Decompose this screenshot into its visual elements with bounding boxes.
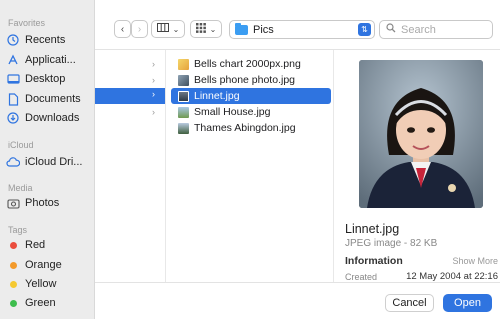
sidebar-item-label: Yellow [25, 278, 57, 290]
sidebar-item-photos[interactable]: Photos [6, 194, 92, 212]
chevron-right-icon: › [152, 75, 155, 85]
sidebar-item-label: Recents [25, 34, 66, 46]
dialog-footer: Cancel Open [95, 282, 500, 319]
chevron-right-icon: › [152, 59, 155, 69]
file-name: Bells phone photo.jpg [194, 74, 295, 86]
applications-icon [6, 53, 20, 67]
file-item-selected[interactable]: Linnet.jpg [171, 88, 331, 104]
file-name: Small House.jpg [194, 106, 271, 118]
chevron-right-icon: › [152, 89, 155, 99]
document-icon [6, 92, 20, 106]
selected-folder-row[interactable]: › [95, 88, 165, 104]
created-label: Created [345, 272, 378, 282]
preview-pane: Linnet.jpg JPEG image - 82 KB Informatio… [335, 50, 500, 282]
current-folder-label: Pics [253, 23, 274, 36]
chart-thumb-icon [178, 58, 189, 70]
chevron-left-icon: ‹ [120, 23, 125, 35]
columns-view-icon [156, 23, 169, 35]
landscape-thumb-icon [178, 122, 189, 134]
tag-green[interactable]: Green [6, 294, 92, 312]
sidebar-section-tags: Tags [8, 225, 28, 235]
yellow-tag-dot-icon [10, 280, 17, 288]
view-mode-button[interactable]: ⌄ [151, 20, 185, 38]
chevron-down-icon: ⌄ [172, 24, 180, 34]
preview-image [359, 60, 483, 208]
sidebar-item-label: Photos [25, 197, 60, 209]
tag-red[interactable]: Red [6, 236, 92, 254]
sidebar-section-media: Media [8, 183, 33, 193]
parent-folder-column: › › › › [95, 50, 166, 282]
tag-orange[interactable]: Orange [6, 256, 92, 274]
red-tag-dot-icon [10, 241, 17, 249]
information-heading: Information [345, 255, 403, 267]
sidebar-item-label: Orange [25, 259, 62, 271]
sidebar-item-downloads[interactable]: Downloads [6, 109, 92, 127]
house-thumb-icon [178, 106, 189, 118]
camera-icon [6, 196, 20, 210]
sidebar-section-icloud: iCloud [8, 140, 34, 150]
file-item[interactable]: Bells chart 2000px.png [171, 56, 331, 72]
toolbar: ‹ › ⌄ ⌄ Pics ⇅ Search [95, 0, 500, 50]
file-name: Bells chart 2000px.png [194, 58, 301, 70]
chevron-down-icon: ⌄ [209, 24, 217, 34]
back-button[interactable]: ‹ [114, 20, 131, 38]
sidebar-item-applications[interactable]: Applicati... [6, 51, 92, 69]
folder-icon [235, 22, 248, 35]
cancel-button[interactable]: Cancel [385, 294, 434, 312]
file-item[interactable]: Bells phone photo.jpg [171, 72, 331, 88]
preview-filename: Linnet.jpg [345, 222, 400, 236]
file-name: Thames Abingdon.jpg [194, 122, 296, 134]
file-item[interactable]: Thames Abingdon.jpg [171, 120, 331, 136]
sidebar: Favorites Recents Applicati... Desktop D… [0, 0, 95, 319]
search-field[interactable]: Search [379, 20, 493, 39]
clock-icon [6, 33, 20, 47]
group-by-button[interactable]: ⌄ [190, 20, 222, 38]
sidebar-item-label: Documents [25, 93, 81, 105]
file-item[interactable]: Small House.jpg [171, 104, 331, 120]
sidebar-item-documents[interactable]: Documents [6, 90, 92, 108]
sidebar-item-icloud-drive[interactable]: iCloud Dri... [6, 153, 92, 171]
photo-thumb-icon [178, 74, 189, 86]
sidebar-item-recents[interactable]: Recents [6, 31, 92, 49]
location-popup[interactable]: Pics ⇅ [229, 20, 375, 39]
show-more-link[interactable]: Show More [452, 256, 498, 266]
file-name: Linnet.jpg [194, 90, 240, 102]
sidebar-item-desktop[interactable]: Desktop [6, 70, 92, 88]
sidebar-item-label: Red [25, 239, 46, 251]
portrait-thumb-icon [178, 90, 189, 102]
sidebar-section-favorites: Favorites [8, 18, 46, 28]
chevron-right-icon: › [152, 107, 155, 117]
sidebar-item-label: Green [25, 297, 56, 309]
forward-button[interactable]: › [131, 20, 148, 38]
tag-yellow[interactable]: Yellow [6, 275, 92, 293]
sidebar-item-label: iCloud Dri... [25, 156, 83, 168]
open-button[interactable]: Open [443, 294, 492, 312]
sidebar-item-label: Desktop [25, 73, 66, 85]
desktop-icon [6, 72, 20, 86]
search-icon [386, 23, 396, 36]
sidebar-item-label: Applicati... [25, 54, 76, 66]
preview-kind: JPEG image - 82 KB [345, 238, 438, 249]
download-icon [6, 111, 20, 125]
chevron-right-icon: › [137, 23, 142, 35]
sidebar-item-label: Downloads [25, 112, 80, 124]
orange-tag-dot-icon [10, 261, 17, 269]
green-tag-dot-icon [10, 299, 17, 307]
file-list-column: Bells chart 2000px.png Bells phone photo… [167, 50, 334, 282]
open-file-dialog: Favorites Recents Applicati... Desktop D… [0, 0, 500, 319]
cloud-icon [6, 155, 20, 169]
up-down-chevron-icon: ⇅ [358, 23, 371, 36]
search-placeholder: Search [401, 23, 436, 36]
created-value: 12 May 2004 at 22:16 [406, 271, 498, 282]
grid-icon [195, 22, 206, 36]
